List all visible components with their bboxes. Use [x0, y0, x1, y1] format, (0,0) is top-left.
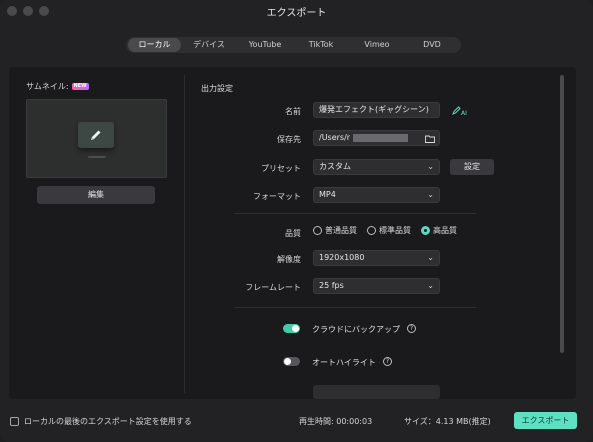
framerate-value: 25 fps — [319, 281, 344, 290]
preset-settings-button[interactable]: 設定 — [450, 159, 494, 175]
chevron-down-icon: ⌄ — [427, 162, 434, 171]
toggle-knob — [292, 325, 299, 332]
settings-panel: サムネイル: NEW 編集 出力設定 名前 爆発エフェクト(ギャグシーン) AI… — [9, 67, 576, 399]
format-label: フォーマット — [253, 192, 301, 201]
chevron-down-icon: ⌄ — [427, 281, 434, 290]
auto-highlight-toggle[interactable] — [283, 357, 300, 366]
framerate-select[interactable]: 25 fps ⌄ — [313, 278, 440, 294]
radio-indicator — [313, 226, 322, 235]
thumbnail-column: サムネイル: NEW 編集 — [9, 67, 184, 399]
save-location-input[interactable]: /Users/r — [313, 130, 440, 146]
format-select[interactable]: MP4 ⌄ — [313, 187, 440, 203]
tab-vimeo[interactable]: Vimeo — [349, 38, 405, 52]
export-dialog: エクスポート ローカル デバイス YouTube TikTok Vimeo DV… — [0, 0, 593, 442]
thumbnail-shadow — [88, 156, 106, 158]
resolution-label: 解像度 — [277, 255, 301, 264]
partially-visible-field[interactable] — [313, 385, 440, 399]
help-icon[interactable]: ? — [407, 324, 416, 333]
chevron-down-icon: ⌄ — [427, 253, 434, 262]
quality-high-radio[interactable]: 高品質 — [421, 225, 457, 236]
ai-rename-icon[interactable]: AI — [452, 105, 468, 119]
output-settings-title: 出力設定 — [201, 84, 233, 93]
radio-indicator — [367, 226, 376, 235]
section-divider — [234, 307, 476, 308]
section-divider — [234, 213, 476, 214]
svg-text:AI: AI — [461, 110, 467, 116]
preset-select[interactable]: カスタム ⌄ — [313, 159, 440, 175]
redacted-path-block — [352, 133, 408, 142]
format-value: MP4 — [319, 190, 336, 199]
cloud-backup-label: クラウドにバックアップ — [312, 325, 400, 334]
use-last-settings-label: ローカルの最後のエクスポート設定を使用する — [24, 417, 192, 426]
resolution-select[interactable]: 1920x1080 ⌄ — [313, 250, 440, 266]
scrollbar[interactable] — [560, 75, 564, 353]
auto-highlight-label: オートハイライト — [312, 358, 376, 367]
export-target-tabs: ローカル デバイス YouTube TikTok Vimeo DVD — [126, 37, 461, 53]
tab-local[interactable]: ローカル — [128, 38, 181, 52]
framerate-label: フレームレート — [245, 283, 301, 292]
export-button[interactable]: エクスポート — [514, 412, 577, 429]
use-last-settings-checkbox[interactable] — [10, 417, 19, 426]
quality-radio-group: 普通品質 標準品質 高品質 — [313, 225, 457, 236]
quality-standard-radio[interactable]: 標準品質 — [367, 225, 411, 236]
thumbnail-label: サムネイル: — [26, 82, 69, 91]
cloud-backup-toggle[interactable] — [283, 324, 300, 333]
tab-youtube[interactable]: YouTube — [237, 38, 293, 52]
window-title: エクスポート — [266, 8, 327, 19]
help-icon[interactable]: ? — [383, 357, 392, 366]
size-text: サイズ：4.13 MB(推定) — [404, 417, 491, 426]
preset-value: カスタム — [319, 162, 351, 171]
save-location-path: /Users/r — [319, 133, 351, 142]
toggle-knob — [284, 358, 291, 365]
quality-high-label: 高品質 — [433, 226, 457, 235]
tab-tiktok[interactable]: TikTok — [293, 38, 349, 52]
name-label: 名前 — [285, 107, 301, 116]
edit-thumbnail-button[interactable]: 編集 — [37, 186, 155, 204]
tab-dvd[interactable]: DVD — [405, 38, 459, 52]
pencil-icon — [78, 122, 114, 148]
thumbnail-label-row: サムネイル: NEW — [26, 81, 89, 92]
name-input[interactable]: 爆発エフェクト(ギャグシーン) — [313, 102, 440, 118]
folder-icon[interactable] — [425, 134, 435, 148]
save-location-label: 保存先 — [277, 135, 301, 144]
duration-text: 再生時間: 00:00:03 — [299, 417, 373, 426]
radio-indicator-selected — [421, 226, 430, 235]
thumbnail-preview[interactable] — [26, 99, 167, 178]
quality-normal-label: 普通品質 — [325, 226, 357, 235]
use-last-settings-option[interactable]: ローカルの最後のエクスポート設定を使用する — [10, 416, 192, 427]
new-badge: NEW — [71, 83, 89, 90]
resolution-value: 1920x1080 — [319, 253, 365, 262]
column-divider — [184, 75, 185, 393]
quality-label: 品質 — [285, 229, 301, 238]
preset-label: プリセット — [261, 164, 301, 173]
tab-device[interactable]: デバイス — [181, 38, 237, 52]
quality-standard-label: 標準品質 — [379, 226, 411, 235]
quality-normal-radio[interactable]: 普通品質 — [313, 225, 357, 236]
chevron-down-icon: ⌄ — [427, 190, 434, 199]
